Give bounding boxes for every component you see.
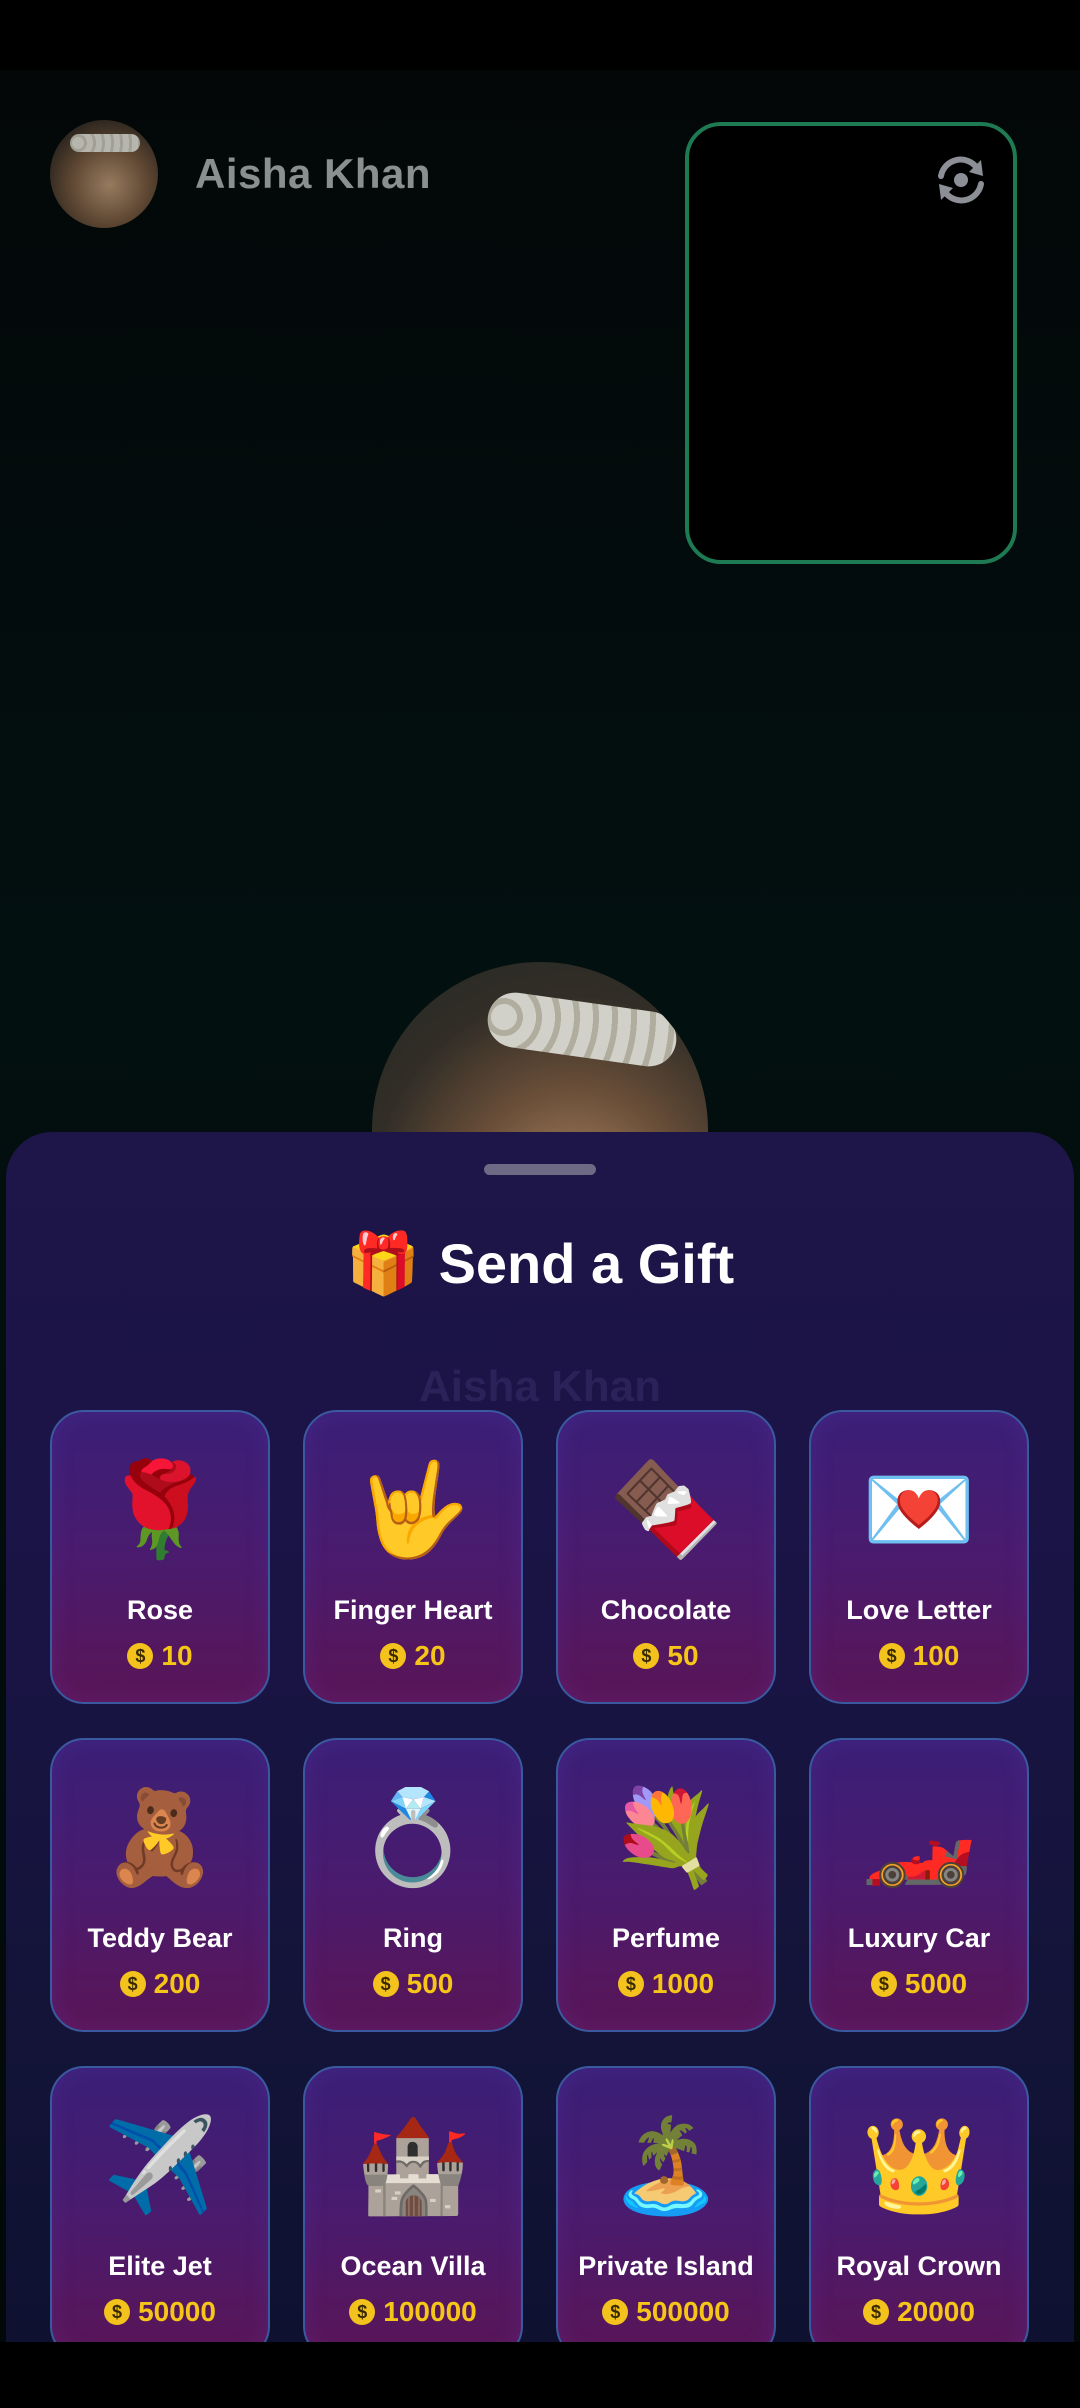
coin-icon: $ (119, 1971, 146, 1997)
coin-icon: $ (127, 1643, 154, 1669)
gift-price: $100 (811, 1640, 1027, 1672)
gift-card-rose[interactable]: 🌹 Rose $10 (50, 1410, 270, 1704)
gift-price: $20 (305, 1640, 521, 1672)
gift-card-ocean-villa[interactable]: 🏰 Ocean Villa $100000 (303, 2066, 523, 2342)
gift-card-chocolate[interactable]: 🍫 Chocolate $50 (556, 1410, 776, 1704)
gift-price-value: 20 (414, 1640, 446, 1671)
gift-price-value: 50000 (138, 2296, 216, 2327)
gift-price-value: 100000 (383, 2296, 477, 2327)
castle-icon: 🏰 (355, 2115, 471, 2217)
coin-icon: $ (878, 1643, 905, 1669)
gift-price: $1000 (558, 1968, 774, 2000)
gift-name: Finger Heart (333, 1595, 493, 1625)
coin-icon: $ (372, 1971, 399, 1997)
gift-card-love-letter[interactable]: 💌 Love Letter $100 (809, 1410, 1029, 1704)
island-icon: 🏝️ (608, 2115, 724, 2217)
gift-price-value: 200 (153, 1968, 201, 1999)
coin-icon: $ (602, 2299, 629, 2325)
gift-price: $500000 (558, 2296, 774, 2328)
gift-price: $50 (558, 1640, 774, 1672)
flower-crown (70, 134, 140, 152)
gift-price-value: 500 (406, 1968, 454, 1999)
caller-name: Aisha Khan (195, 150, 432, 197)
navigation-bar (0, 2342, 1080, 2408)
coin-icon: $ (104, 2299, 131, 2325)
background-caller-name: Aisha Khan (418, 1362, 662, 1411)
video-call-screen: Aisha Khan Aisha Khan 🎁 Send a Gift 🌹 Ro… (0, 0, 1080, 2408)
caller-avatar[interactable] (50, 120, 158, 228)
gift-price: $200 (52, 1968, 268, 2000)
gift-grid: 🌹 Rose $10 🤟 Finger Heart $20 🍫 Chocolat… (50, 1410, 1029, 2342)
gift-price-value: 10 (161, 1640, 193, 1671)
coin-icon: $ (633, 1643, 660, 1669)
gift-card-private-island[interactable]: 🏝️ Private Island $500000 (556, 2066, 776, 2342)
coin-icon: $ (863, 2299, 890, 2325)
gift-name: Elite Jet (108, 2251, 212, 2281)
love-letter-icon: 💌 (861, 1459, 977, 1561)
gift-name: Private Island (578, 2251, 754, 2281)
coin-icon: $ (349, 2299, 376, 2325)
gift-card-ring[interactable]: 💍 Ring $500 (303, 1738, 523, 2032)
coin-icon: $ (380, 1643, 407, 1669)
gift-price: $20000 (811, 2296, 1027, 2328)
gift-price: $10 (52, 1640, 268, 1672)
flower-crown (484, 989, 680, 1070)
gift-price: $5000 (811, 1968, 1027, 2000)
airplane-icon: ✈️ (102, 2115, 218, 2217)
gift-name: Teddy Bear (87, 1923, 233, 1953)
rose-icon: 🌹 (102, 1459, 218, 1561)
gift-box-icon: 🎁 (345, 1230, 421, 1297)
gift-name: Rose (126, 1595, 194, 1625)
finger-heart-icon: 🤟 (355, 1459, 471, 1561)
gift-name: Luxury Car (847, 1923, 991, 1953)
gift-card-luxury-car[interactable]: 🏎️ Luxury Car $5000 (809, 1738, 1029, 2032)
gift-name: Love Letter (846, 1595, 992, 1625)
gift-price: $100000 (305, 2296, 521, 2328)
sheet-drag-handle[interactable] (484, 1164, 596, 1175)
bouquet-icon: 💐 (608, 1787, 724, 1889)
gift-price: $500 (305, 1968, 521, 2000)
teddy-bear-icon: 🧸 (102, 1787, 218, 1889)
gift-price: $50000 (52, 2296, 268, 2328)
switch-camera-icon[interactable] (931, 150, 991, 210)
gift-card-finger-heart[interactable]: 🤟 Finger Heart $20 (303, 1410, 523, 1704)
gift-price-value: 50 (667, 1640, 699, 1671)
sheet-title-text: Send a Gift (438, 1232, 735, 1295)
crown-icon: 👑 (861, 2115, 977, 2217)
gift-card-perfume[interactable]: 💐 Perfume $1000 (556, 1738, 776, 2032)
gift-bottom-sheet: Aisha Khan 🎁 Send a Gift 🌹 Rose $10 🤟 Fi… (6, 1132, 1074, 2342)
gift-name: Chocolate (600, 1595, 732, 1625)
gift-card-royal-crown[interactable]: 👑 Royal Crown $20000 (809, 2066, 1029, 2342)
gift-name: Ocean Villa (340, 2251, 486, 2281)
sheet-title: 🎁 Send a Gift (6, 1228, 1074, 1299)
gift-price-value: 1000 (651, 1968, 715, 1999)
coin-icon: $ (617, 1971, 644, 1997)
status-bar (0, 0, 1080, 70)
coin-icon: $ (870, 1971, 897, 1997)
chocolate-icon: 🍫 (608, 1459, 724, 1561)
gift-name: Ring (383, 1923, 443, 1953)
gift-price-value: 500000 (636, 2296, 730, 2327)
gift-price-value: 100 (912, 1640, 960, 1671)
gift-name: Royal Crown (836, 2251, 1002, 2281)
self-camera-preview[interactable] (685, 122, 1017, 564)
ring-icon: 💍 (355, 1787, 471, 1889)
gift-price-value: 20000 (897, 2296, 975, 2327)
gift-card-elite-jet[interactable]: ✈️ Elite Jet $50000 (50, 2066, 270, 2342)
gift-price-value: 5000 (904, 1968, 968, 1999)
gift-card-teddy-bear[interactable]: 🧸 Teddy Bear $200 (50, 1738, 270, 2032)
gift-name: Perfume (611, 1923, 721, 1953)
race-car-icon: 🏎️ (861, 1787, 977, 1889)
